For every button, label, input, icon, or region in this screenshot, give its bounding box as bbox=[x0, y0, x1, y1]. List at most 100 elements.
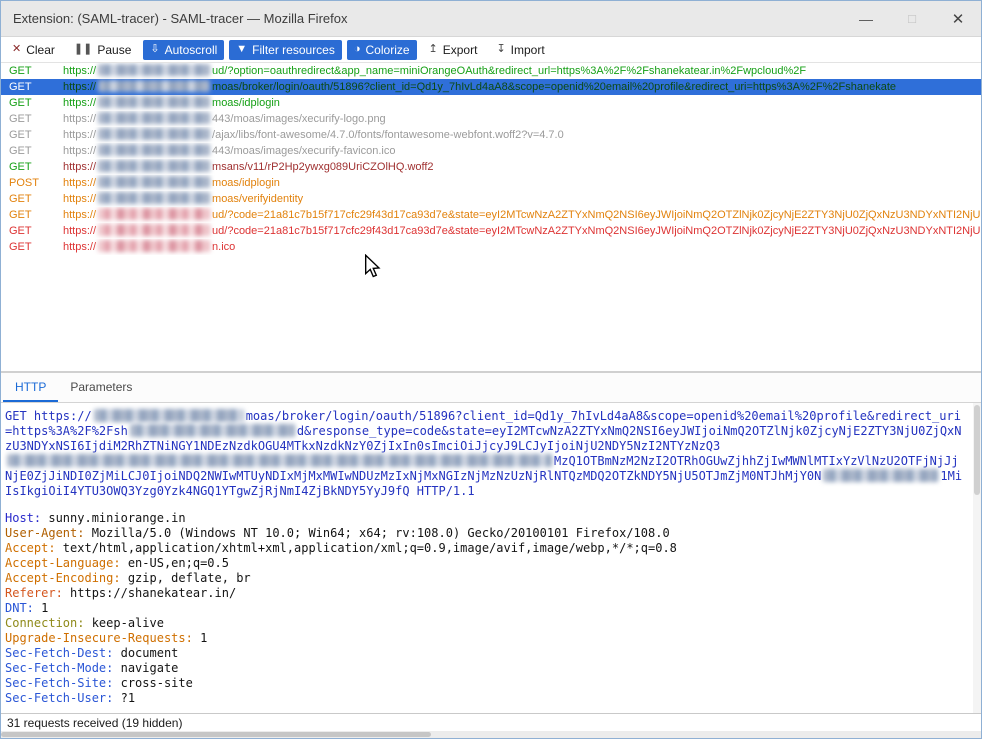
request-url: https://ud/?code=21a81c7b15f717cfc29f43d… bbox=[63, 223, 981, 239]
header-line: Referer: https://shanekatear.in/ bbox=[5, 586, 965, 601]
toolbar-button-label: Pause bbox=[97, 43, 131, 57]
redacted-blur bbox=[94, 409, 244, 422]
maximize-button[interactable]: □ bbox=[889, 1, 935, 36]
request-method: GET bbox=[9, 111, 63, 127]
request-method: POST bbox=[9, 175, 63, 191]
response-block: HTTP/1.1 302Date: Wed, 28 Dec 2022 07:56… bbox=[5, 706, 965, 713]
request-url: https://ud/?option=oauthredirect&app_nam… bbox=[63, 63, 981, 79]
saml-tracer-window: Extension: (SAML-tracer) - SAML-tracer —… bbox=[0, 0, 982, 739]
header-line: Accept-Language: en-US,en;q=0.5 bbox=[5, 556, 965, 571]
request-row[interactable]: GEThttps:///ajax/libs/font-awesome/4.7.0… bbox=[1, 127, 981, 143]
maximize-icon: □ bbox=[908, 11, 916, 26]
clear-button[interactable]: ✕ Clear bbox=[5, 40, 62, 60]
header-line: DNT: 1 bbox=[5, 601, 965, 616]
header-line: Accept: text/html,application/xhtml+xml,… bbox=[5, 541, 965, 556]
request-url: https://443/moas/images/xecurify-favicon… bbox=[63, 143, 981, 159]
detail-pane: GET https://moas/broker/login/oauth/5189… bbox=[1, 403, 981, 713]
title-bar: Extension: (SAML-tracer) - SAML-tracer —… bbox=[1, 1, 981, 37]
colorize-button[interactable]: ◑ Colorize bbox=[347, 40, 417, 60]
minimize-icon: — bbox=[859, 11, 873, 27]
pause-icon: ❚❚ bbox=[74, 44, 92, 55]
clear-x-icon: ✕ bbox=[12, 44, 21, 55]
header-line: User-Agent: Mozilla/5.0 (Windows NT 10.0… bbox=[5, 526, 965, 541]
request-method: GET bbox=[9, 79, 63, 95]
import-down-arrow-icon: ↧ bbox=[496, 44, 505, 55]
request-row[interactable]: GEThttps://n.ico bbox=[1, 239, 981, 255]
redacted-blur bbox=[7, 454, 552, 467]
request-row[interactable]: GEThttps://moas/idplogin bbox=[1, 95, 981, 111]
redacted-blur bbox=[98, 144, 210, 156]
request-url: https://n.ico bbox=[63, 239, 981, 255]
request-row[interactable]: GEThttps://ud/?code=21a81c7b15f717cfc29f… bbox=[1, 223, 981, 239]
header-line: Accept-Encoding: gzip, deflate, br bbox=[5, 571, 965, 586]
header-line: Connection: keep-alive bbox=[5, 616, 965, 631]
request-method: GET bbox=[9, 207, 63, 223]
scrollbar-thumb[interactable] bbox=[1, 732, 431, 737]
request-line: GET https://moas/broker/login/oauth/5189… bbox=[5, 409, 965, 499]
close-button[interactable]: ✕ bbox=[935, 1, 981, 36]
request-url: https:///ajax/libs/font-awesome/4.7.0/fo… bbox=[63, 127, 981, 143]
filter-resources-button[interactable]: ▼ Filter resources bbox=[229, 40, 342, 60]
request-row[interactable]: POSThttps://moas/idplogin bbox=[1, 175, 981, 191]
pause-button[interactable]: ❚❚ Pause bbox=[67, 40, 138, 60]
tab-http[interactable]: HTTP bbox=[3, 373, 58, 402]
request-method: GET bbox=[9, 239, 63, 255]
request-url: https://443/moas/images/xecurify-logo.pn… bbox=[63, 111, 981, 127]
horizontal-scrollbar[interactable] bbox=[1, 731, 981, 738]
close-icon: ✕ bbox=[952, 10, 965, 28]
redacted-blur bbox=[98, 112, 210, 124]
export-button[interactable]: ↥ Export bbox=[422, 40, 485, 60]
filter-funnel-icon: ▼ bbox=[236, 44, 247, 55]
header-line: Sec-Fetch-Mode: navigate bbox=[5, 661, 965, 676]
request-method: GET bbox=[9, 63, 63, 79]
header-line: Sec-Fetch-Dest: document bbox=[5, 646, 965, 661]
request-row[interactable]: GEThttps://443/moas/images/xecurify-logo… bbox=[1, 111, 981, 127]
tab-parameters[interactable]: Parameters bbox=[58, 373, 144, 402]
import-button[interactable]: ↧ Import bbox=[489, 40, 551, 60]
redacted-blur bbox=[98, 128, 210, 140]
detail-tabbar: HTTP Parameters bbox=[1, 373, 981, 403]
colorize-icon: ◑ bbox=[354, 44, 361, 55]
toolbar-button-label: Autoscroll bbox=[165, 43, 218, 57]
toolbar-button-label: Clear bbox=[26, 43, 55, 57]
request-headers: Host: sunny.miniorange.inUser-Agent: Moz… bbox=[5, 511, 965, 706]
redacted-blur bbox=[130, 424, 295, 437]
toolbar: ✕ Clear ❚❚ Pause ⇩ Autoscroll ▼ Filter resource… bbox=[1, 37, 981, 63]
window-title: Extension: (SAML-tracer) - SAML-tracer —… bbox=[1, 11, 843, 26]
scrollbar-thumb[interactable] bbox=[974, 405, 980, 495]
header-line: Sec-Fetch-Site: cross-site bbox=[5, 676, 965, 691]
request-row[interactable]: GEThttps://moas/broker/login/oauth/51896… bbox=[1, 79, 981, 95]
status-text: 31 requests received (19 hidden) bbox=[7, 716, 182, 730]
autoscroll-button[interactable]: ⇩ Autoscroll bbox=[143, 40, 224, 60]
redacted-blur bbox=[98, 160, 210, 172]
request-url: https://moas/idplogin bbox=[63, 95, 981, 111]
request-method: GET bbox=[9, 127, 63, 143]
redacted-blur bbox=[823, 469, 938, 482]
toolbar-button-label: Export bbox=[443, 43, 478, 57]
toolbar-button-label: Filter resources bbox=[252, 43, 335, 57]
request-method: GET bbox=[9, 95, 63, 111]
redacted-blur bbox=[98, 192, 210, 204]
request-url: https://moas/verifyidentity bbox=[63, 191, 981, 207]
detail-vertical-scrollbar[interactable] bbox=[973, 403, 981, 713]
request-url: https://ud/?code=21a81c7b15f717cfc29f43d… bbox=[63, 207, 981, 223]
redacted-blur bbox=[98, 224, 210, 236]
header-line: Upgrade-Insecure-Requests: 1 bbox=[5, 631, 965, 646]
request-method: GET bbox=[9, 159, 63, 175]
request-row[interactable]: GEThttps://ud/?code=21a81c7b15f717cfc29f… bbox=[1, 207, 981, 223]
request-method: GET bbox=[9, 143, 63, 159]
status-bar: 31 requests received (19 hidden) bbox=[1, 713, 981, 731]
export-up-arrow-icon: ↥ bbox=[429, 44, 438, 55]
redacted-blur bbox=[98, 240, 210, 252]
request-method: GET bbox=[9, 191, 63, 207]
header-line: Sec-Fetch-User: ?1 bbox=[5, 691, 965, 706]
request-row[interactable]: GEThttps://moas/verifyidentity bbox=[1, 191, 981, 207]
toolbar-button-label: Import bbox=[511, 43, 545, 57]
minimize-button[interactable]: — bbox=[843, 1, 889, 36]
request-row[interactable]: GEThttps://ud/?option=oauthredirect&app_… bbox=[1, 63, 981, 79]
request-row[interactable]: GEThttps://msans/v11/rP2Hp2ywxg089UriCZO… bbox=[1, 159, 981, 175]
request-row[interactable]: GEThttps://443/moas/images/xecurify-favi… bbox=[1, 143, 981, 159]
redacted-blur bbox=[98, 176, 210, 188]
toolbar-button-label: Colorize bbox=[366, 43, 410, 57]
autoscroll-down-arrow-icon: ⇩ bbox=[150, 44, 159, 55]
